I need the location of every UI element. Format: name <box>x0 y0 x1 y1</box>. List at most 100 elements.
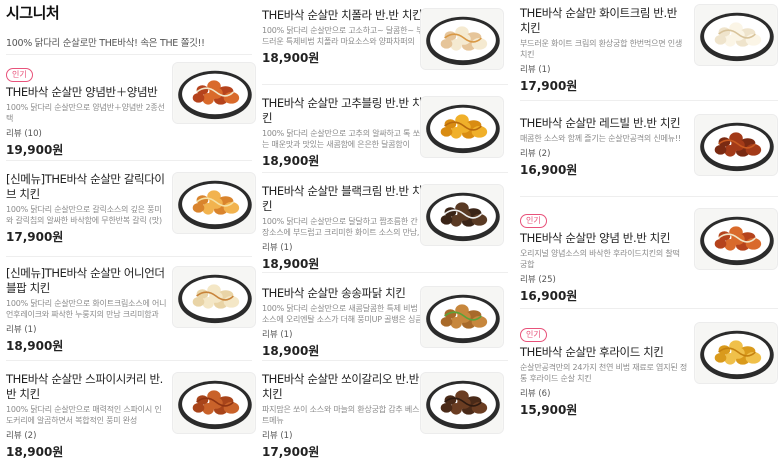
menu-item-description: 100% 닭다리 순살만으로 고소하고~ 달콤한~ 부드러운 특제비법 치폴라 … <box>262 26 424 46</box>
menu-item[interactable]: 인기 THE바삭 순살만 양념반＋양념반 100% 닭다리 순살만으로 양념반＋양념… <box>6 62 256 157</box>
menu-item-price: 16,900원 <box>520 289 578 303</box>
menu-item[interactable]: 인기 THE바삭 순살만 후라이드 치킨순살만공격만의 24가지 천연 비법 재료… <box>520 322 782 417</box>
menu-item-price: 16,900원 <box>520 163 578 177</box>
menu-item-price: 18,900원 <box>262 154 320 168</box>
menu-item[interactable]: THE바삭 순살만 고추블링 반.반 치킨 100% 닭다리 순살만으로 고추의 … <box>262 96 512 182</box>
chicken-piece <box>440 317 453 327</box>
menu-item-name: THE바삭 순살만 화이트크림 반.반 치킨 <box>520 6 677 35</box>
review-count: 리뷰 (2) <box>6 431 37 441</box>
menu-item-price: 18,900원 <box>262 51 320 65</box>
menu-item-name: THE바삭 순살만 쏘이갈리오 반.반 치킨 <box>262 372 419 401</box>
divider <box>6 256 252 257</box>
popular-badge: 인기 <box>520 214 547 228</box>
divider <box>262 272 508 273</box>
menu-item[interactable]: THE바삭 순살만 쏘이갈리오 반.반 치킨파지맘은 쏘이 소스와 마늘의 환상… <box>262 372 512 460</box>
category-title: 시그니처 <box>6 4 60 22</box>
popular-badge: 인기 <box>520 328 547 342</box>
menu-item-text: THE바삭 순살만 치폴라 반.반 치킨 100% 닭다리 순살만으로 고소하고~… <box>262 8 424 66</box>
menu-item-description: 100% 닭다리 순살만으로 화이트크림소스에 어니언후레이크와 짜삭한 누룽지… <box>6 299 167 319</box>
chicken-piece <box>714 145 727 155</box>
menu-item-image[interactable] <box>172 62 256 124</box>
divider <box>262 172 508 173</box>
menu-item-description: 100% 닭다리 순살만으로 새콤달콤한 특제 비법소스에 오리엔탈 소스가 더… <box>262 304 423 324</box>
menu-item-price: 18,900원 <box>6 445 64 459</box>
chicken-piece <box>192 93 205 103</box>
menu-item-image[interactable] <box>694 322 778 384</box>
chicken-piece <box>192 297 205 307</box>
menu-item-text: [신메뉴]THE바삭 순살만 어니언더블팝 치킨 100% 닭다리 순살만으로 화… <box>6 266 168 354</box>
popular-badge: 인기 <box>6 68 33 82</box>
menu-item-name: THE바삭 순살만 레드빌 반.반 치킨 <box>520 116 681 130</box>
menu-item-description: 매콤한 소스와 함께 즐기는 순살만공격의 신메뉴!! <box>520 134 681 143</box>
menu-item-name: THE바삭 순살만 양념 반.반 치킨 <box>520 231 670 245</box>
menu-item-image[interactable] <box>420 286 504 348</box>
chicken-piece <box>440 215 453 225</box>
menu-item-image[interactable] <box>172 372 256 434</box>
menu-item-description: 순살만공격만의 24가지 천연 비법 재료로 염지된 정통 후라이드 순살 치킨 <box>520 363 688 383</box>
menu-item[interactable]: THE바삭 순살만 레드빌 반.반 치킨매콤한 소스와 함께 즐기는 순살만공격… <box>520 114 782 202</box>
menu-item-image[interactable] <box>420 372 504 434</box>
divider <box>6 160 252 161</box>
menu-item-image[interactable] <box>420 8 504 70</box>
menu-item-price: 15,900원 <box>520 403 578 417</box>
menu-item-text: 인기 THE바삭 순살만 양념반＋양념반 100% 닭다리 순살만으로 양념반＋양념… <box>6 62 168 158</box>
menu-item-price: 17,900원 <box>262 445 320 459</box>
menu-item[interactable]: [신메뉴]THE바삭 순살만 갈릭다이브 치킨 100% 닭다리 순살만으로 갈릭… <box>6 172 256 258</box>
menu-item-text: THE바삭 순살만 쏘이갈리오 반.반 치킨파지맘은 쏘이 소스와 마늘의 환상… <box>262 372 424 460</box>
menu-item-image[interactable] <box>694 4 778 66</box>
divider <box>520 308 778 309</box>
menu-item-description: 100% 닭다리 순살만으로 갈릭소스의 깊은 풍미와 갈릭칩의 알싸한 바삭함… <box>6 205 162 225</box>
menu-item-name: THE바삭 순살만 블랙크림 반.반 치킨 <box>262 184 423 213</box>
menu-item[interactable]: THE바삭 순살만 치폴라 반.반 치킨 100% 닭다리 순살만으로 고소하고~… <box>262 8 512 94</box>
menu-item-text: 인기 THE바삭 순살만 후라이드 치킨순살만공격만의 24가지 천연 비법 재료… <box>520 322 688 418</box>
menu-item-image[interactable] <box>172 266 256 328</box>
review-count: 리뷰 (1) <box>262 243 293 253</box>
menu-item-name: THE바삭 순살만 스파이시커리 반.반 치킨 <box>6 372 163 401</box>
menu-item-price: 17,900원 <box>6 230 64 244</box>
divider <box>262 360 508 361</box>
category-description: 100% 닭다리 순살로만 THE바삭! 속은 THE 쫄깃!! <box>6 38 205 49</box>
review-count: 리뷰 (25) <box>520 275 556 285</box>
menu-item-description: 100% 닭다리 순살만으로 고추의 알싸하고 톡 쏘는 매운맛과 맛있는 새콤… <box>262 129 420 149</box>
chicken-piece <box>440 403 453 413</box>
menu-item[interactable]: THE바삭 순살만 블랙크림 반.반 치킨 100% 닭다리 순살만으로 달달하고… <box>262 184 512 272</box>
review-count: 리뷰 (1) <box>262 330 293 340</box>
menu-item-name: THE바삭 순살만 송송파닭 치킨 <box>262 286 406 300</box>
menu-item-price: 18,900원 <box>262 257 320 271</box>
menu-item-name: THE바삭 순살만 후라이드 치킨 <box>520 345 664 359</box>
review-count: 리뷰 (1) <box>520 65 551 75</box>
menu-item-image[interactable] <box>420 184 504 246</box>
menu-item-image[interactable] <box>694 208 778 270</box>
menu-item-text: [신메뉴]THE바삭 순살만 갈릭다이브 치킨 100% 닭다리 순살만으로 갈릭… <box>6 172 168 245</box>
menu-item-name: THE바삭 순살만 양념반＋양념반 <box>6 85 158 99</box>
menu-item-text: THE바삭 순살만 블랙크림 반.반 치킨 100% 닭다리 순살만으로 달달하고… <box>262 184 424 272</box>
menu-item-price: 19,900원 <box>6 143 64 157</box>
menu-item-description: 100% 닭다리 순살만으로 달달하고 짭조름한 간장소스에 부드럽고 크리미한… <box>262 217 420 237</box>
menu-item-price: 18,900원 <box>262 344 320 358</box>
divider <box>520 196 778 197</box>
menu-item[interactable]: [신메뉴]THE바삭 순살만 어니언더블팝 치킨 100% 닭다리 순살만으로 화… <box>6 266 256 354</box>
review-count: 리뷰 (10) <box>6 129 42 139</box>
menu-item[interactable]: THE바삭 순살만 스파이시커리 반.반 치킨 100% 닭다리 순살만으로 매력… <box>6 372 256 459</box>
chicken-piece <box>440 39 453 49</box>
menu-item-text: THE바삭 순살만 레드빌 반.반 치킨매콤한 소스와 함께 즐기는 순살만공격… <box>520 116 688 178</box>
menu-item-name: [신메뉴]THE바삭 순살만 어니언더블팝 치킨 <box>6 266 165 295</box>
menu-item[interactable]: 인기 THE바삭 순살만 양념 반.반 치킨 오리지널 양념소스의 바삭한 후라이드… <box>520 208 782 303</box>
divider <box>6 360 252 361</box>
menu-item-price: 18,900원 <box>6 339 64 353</box>
divider <box>520 100 778 101</box>
menu-item-image[interactable] <box>694 114 778 176</box>
menu-item[interactable]: THE바삭 순살만 화이트크림 반.반 치킨부드러운 화이트 크림의 환상궁합 … <box>520 4 782 93</box>
menu-item-image[interactable] <box>172 172 256 234</box>
review-count: 리뷰 (1) <box>262 431 293 441</box>
menu-item-description: 부드러운 화이트 크림의 환상궁합 한번먹으면 인생치킨 <box>520 39 683 59</box>
chicken-piece <box>192 403 205 413</box>
menu-item-image[interactable] <box>420 96 504 158</box>
chicken-piece <box>440 127 453 137</box>
menu-item-text: 인기 THE바삭 순살만 양념 반.반 치킨 오리지널 양념소스의 바삭한 후라이드… <box>520 208 688 304</box>
chicken-piece <box>714 353 727 363</box>
menu-item-description: 파지맘은 쏘이 소스와 마늘의 환상궁합 감추 베스트메뉴 <box>262 405 420 425</box>
chicken-piece <box>192 203 205 213</box>
menu-item-text: THE바삭 순살만 고추블링 반.반 치킨 100% 닭다리 순살만으로 고추의 … <box>262 96 424 169</box>
chicken-piece <box>714 239 727 249</box>
